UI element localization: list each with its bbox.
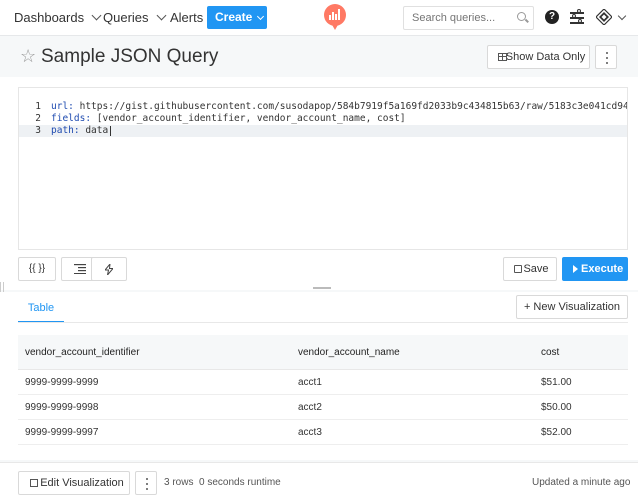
code-key: url: — [51, 101, 74, 112]
nav-dashboards-label: Dashboards — [14, 10, 85, 25]
top-nav: Dashboards Queries Alerts Create ? — [0, 0, 638, 36]
logo-tail — [331, 23, 339, 30]
chevron-down-icon[interactable] — [617, 11, 627, 21]
text-cursor — [110, 125, 112, 136]
nav-queries-label: Queries — [103, 10, 149, 25]
table-cell: $52.00 — [541, 427, 572, 438]
code-key: fields: — [51, 113, 92, 124]
column-header[interactable]: vendor_account_identifier — [25, 335, 140, 370]
edit-icon — [30, 479, 38, 487]
code-value: data — [79, 125, 109, 136]
execute-button[interactable]: Execute — [562, 257, 628, 281]
table-cell: $50.00 — [541, 402, 572, 413]
line-number: 3 — [35, 125, 41, 136]
column-header[interactable]: cost — [541, 335, 559, 370]
table-cell: $51.00 — [541, 377, 572, 388]
help-icon[interactable]: ? — [545, 10, 559, 24]
lightning-icon — [103, 262, 115, 276]
chevron-down-icon — [257, 12, 265, 21]
table-icon — [498, 53, 507, 61]
table-cell: acct1 — [298, 377, 322, 388]
code-line: 1 url: https://gist.githubusercontent.co… — [19, 101, 628, 113]
query-editor-card: 1 url: https://gist.githubusercontent.co… — [0, 77, 638, 290]
resize-handle[interactable] — [313, 287, 331, 289]
settings-icon[interactable] — [570, 9, 584, 24]
query-editor[interactable]: 1 url: https://gist.githubusercontent.co… — [18, 87, 628, 250]
table-header: vendor_account_identifier vendor_account… — [18, 335, 628, 370]
page-title[interactable]: Sample JSON Query — [41, 46, 218, 68]
title-bar: ☆ Sample JSON Query Show Data Only — [0, 37, 638, 77]
indent-icon — [74, 264, 86, 274]
results-card: Table + New Visualization vendor_account… — [0, 292, 638, 460]
execute-label: Execute — [581, 263, 624, 275]
search-input[interactable] — [403, 6, 534, 30]
table-cell: 9999-9999-9999 — [25, 377, 99, 388]
play-icon — [573, 265, 578, 273]
tab-table[interactable]: Table — [18, 297, 64, 323]
logo-bars — [329, 9, 341, 20]
save-icon — [514, 265, 522, 273]
chevron-down-icon — [91, 10, 102, 21]
edit-visualization-label: Edit Visualization — [40, 477, 124, 489]
show-data-only-button[interactable]: Show Data Only — [487, 45, 590, 69]
format-query-button[interactable]: {{ }} — [18, 257, 56, 281]
line-number: 1 — [35, 101, 41, 112]
star-icon[interactable]: ☆ — [20, 46, 36, 66]
query-footer: Edit Visualization 3 rows 0 seconds runt… — [0, 462, 638, 500]
search-icon[interactable] — [517, 12, 526, 21]
save-button[interactable]: Save — [503, 257, 557, 281]
table-cell: 9999-9999-9998 — [25, 402, 99, 413]
table-row: 9999-9999-9999 acct1 $51.00 — [18, 370, 628, 395]
show-data-only-label: Show Data Only — [505, 51, 586, 63]
code-value: https://gist.githubusercontent.com/susod… — [79, 101, 628, 112]
table-row: 9999-9999-9998 acct2 $50.00 — [18, 395, 628, 420]
user-icon[interactable] — [596, 9, 612, 25]
line-number: 2 — [35, 113, 41, 124]
new-visualization-button[interactable]: + New Visualization — [516, 295, 628, 319]
chevron-down-icon — [156, 10, 166, 21]
code-line: 2 fields: [vendor_account_identifier, ve… — [19, 113, 627, 125]
edit-visualization-button[interactable]: Edit Visualization — [18, 471, 130, 495]
column-header[interactable]: vendor_account_name — [298, 335, 400, 370]
more-options-button[interactable] — [595, 45, 617, 69]
table-row: 9999-9999-9997 acct3 $52.00 — [18, 420, 628, 445]
updated-timestamp: Updated a minute ago — [532, 477, 631, 488]
table-cell: acct2 — [298, 402, 322, 413]
create-label: Create — [215, 10, 253, 24]
code-line: 3 path: data — [19, 125, 627, 137]
table-cell: acct3 — [298, 427, 322, 438]
nav-alerts[interactable]: Alerts — [170, 0, 203, 36]
code-value: [vendor_account_identifier, vendor_accou… — [91, 113, 406, 124]
nav-dashboards[interactable]: Dashboards — [14, 0, 102, 36]
tab-divider — [18, 322, 628, 323]
autocomplete-button[interactable] — [91, 257, 127, 281]
runtime-stats: 3 rows 0 seconds runtime — [164, 477, 281, 488]
nav-queries[interactable]: Queries — [103, 0, 166, 36]
code-key: path: — [51, 125, 80, 136]
table-cell: 9999-9999-9997 — [25, 427, 99, 438]
create-button[interactable]: Create — [207, 6, 267, 29]
more-options-button[interactable] — [135, 471, 157, 495]
save-label: Save — [523, 263, 549, 275]
